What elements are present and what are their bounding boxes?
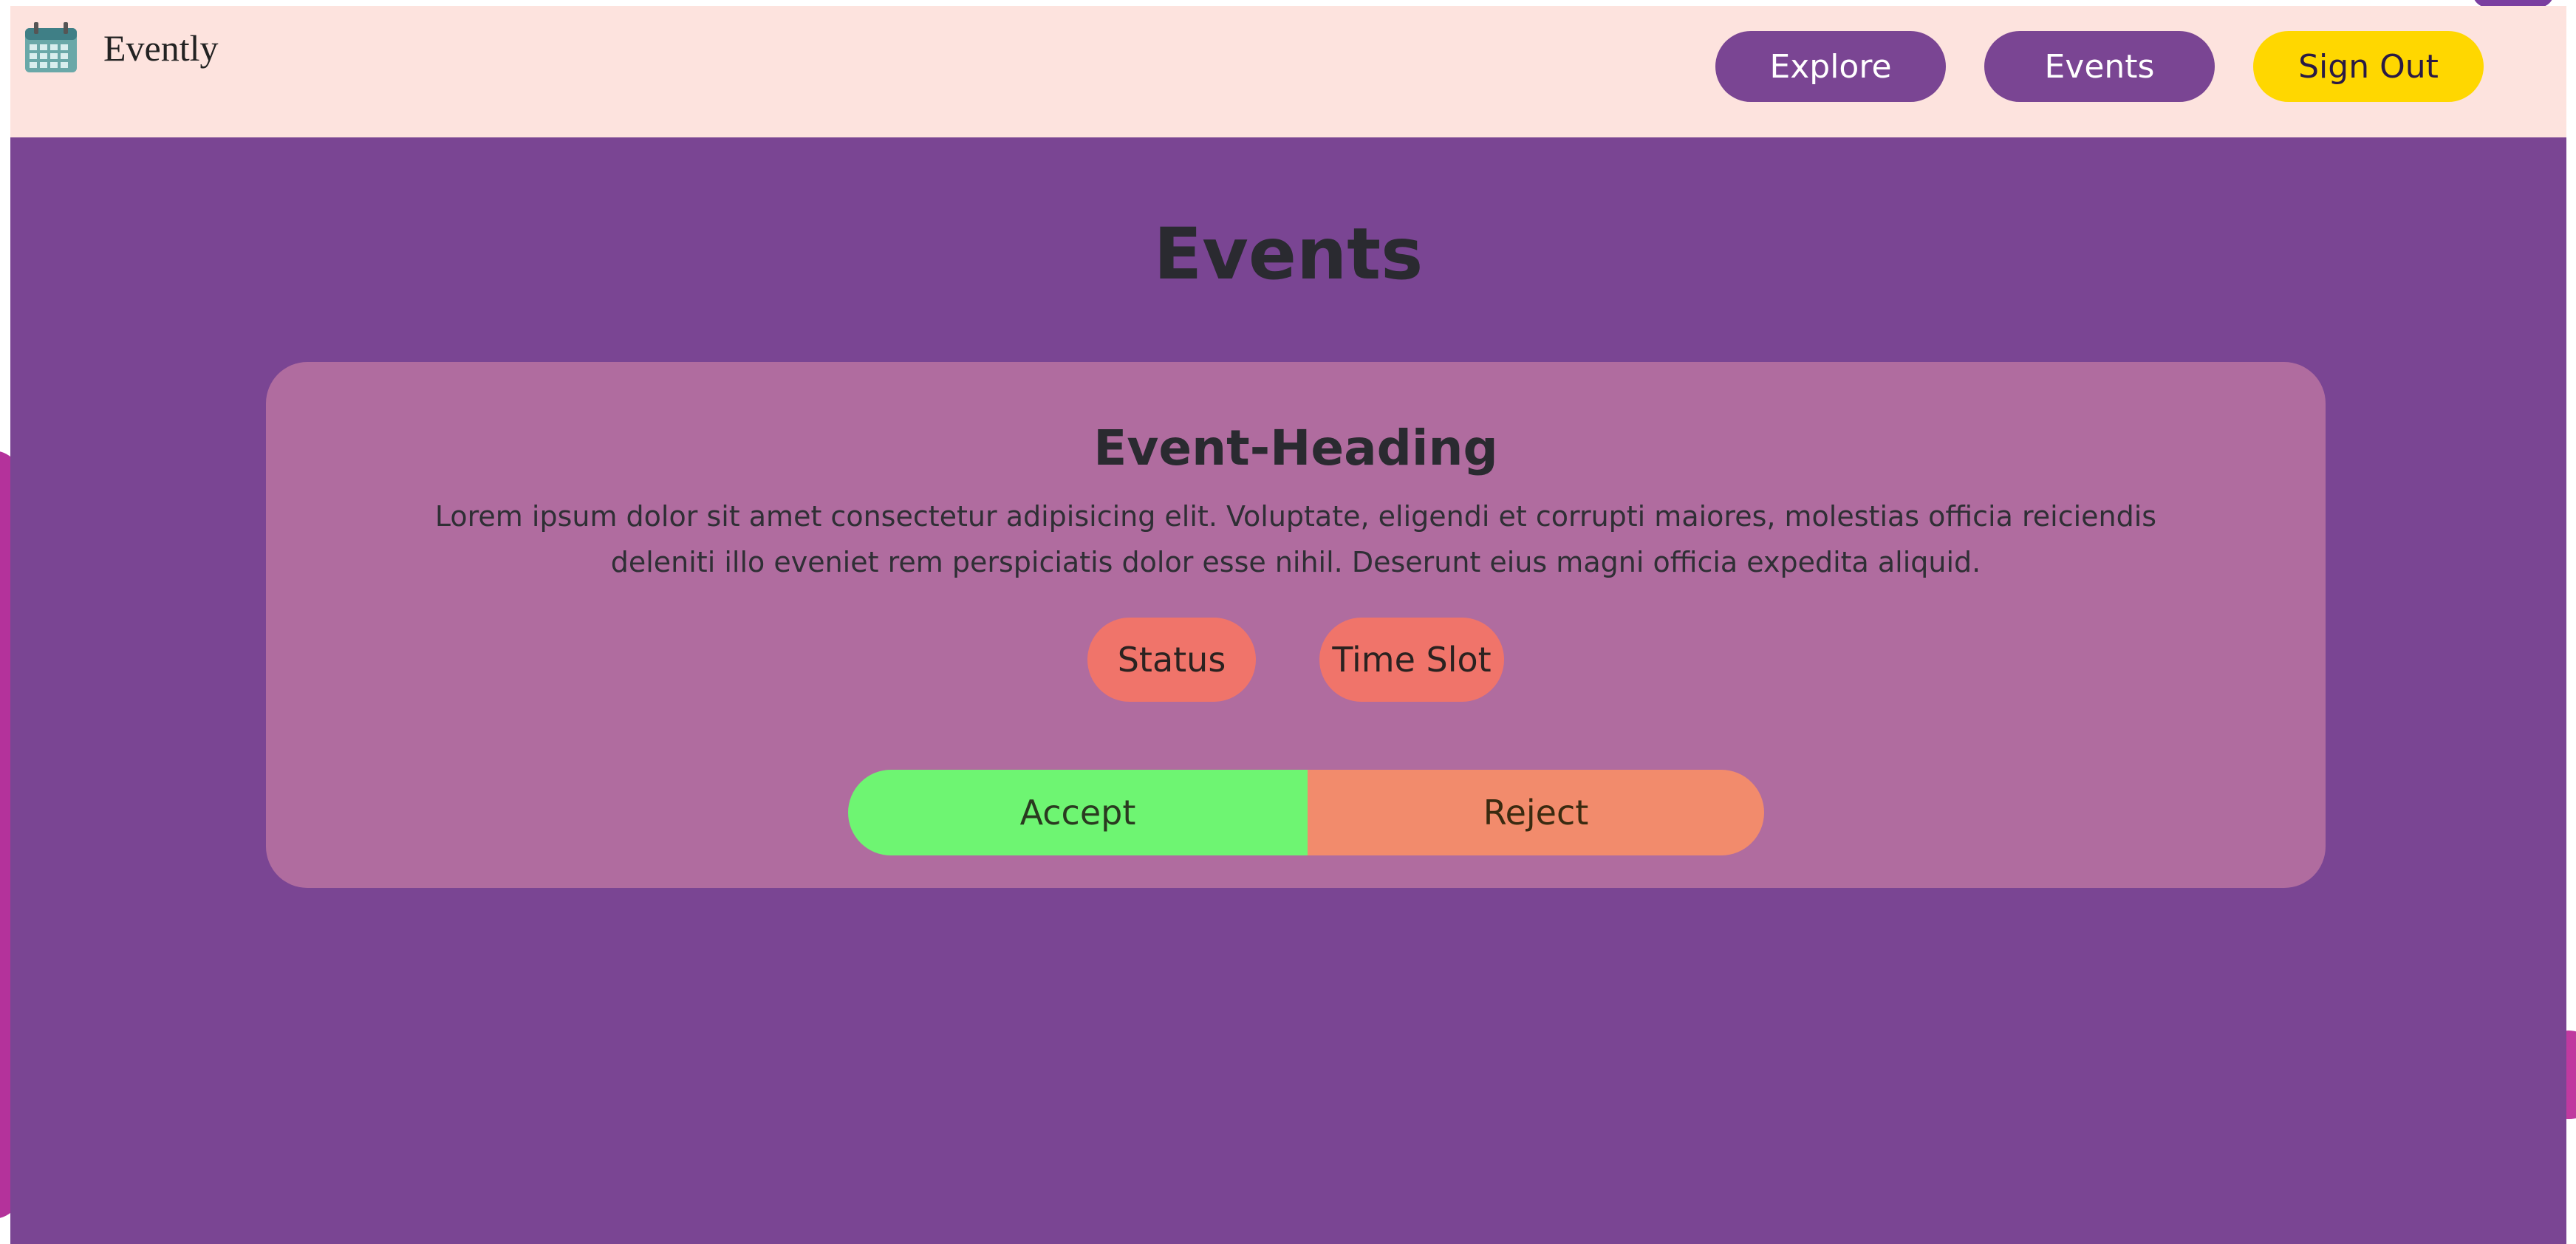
sign-out-button[interactable]: Sign Out <box>2253 31 2484 102</box>
decision-button-group: Accept Reject <box>848 770 1764 855</box>
event-heading: Event-Heading <box>1093 420 1498 476</box>
event-description: Lorem ipsum dolor sit amet consectetur a… <box>434 500 2157 578</box>
status-badge: Status <box>1087 618 1256 702</box>
events-button[interactable]: Events <box>1984 31 2215 102</box>
event-card: Event-Heading Lorem ipsum dolor sit amet… <box>266 362 2326 888</box>
screen: Evently Explore Events Sign Out Events E… <box>0 0 2576 1244</box>
navbar: Evently Explore Events Sign Out <box>10 6 2566 137</box>
accept-button[interactable]: Accept <box>848 770 1308 855</box>
reject-button[interactable]: Reject <box>1308 770 1764 855</box>
app-window: Evently Explore Events Sign Out Events E… <box>10 6 2566 1244</box>
brand-name: Evently <box>103 27 219 69</box>
page-title: Events <box>1153 213 1424 295</box>
calendar-icon <box>24 22 78 74</box>
explore-button[interactable]: Explore <box>1715 31 1946 102</box>
brand[interactable]: Evently <box>24 22 219 74</box>
time-slot-badge: Time Slot <box>1319 618 1504 702</box>
